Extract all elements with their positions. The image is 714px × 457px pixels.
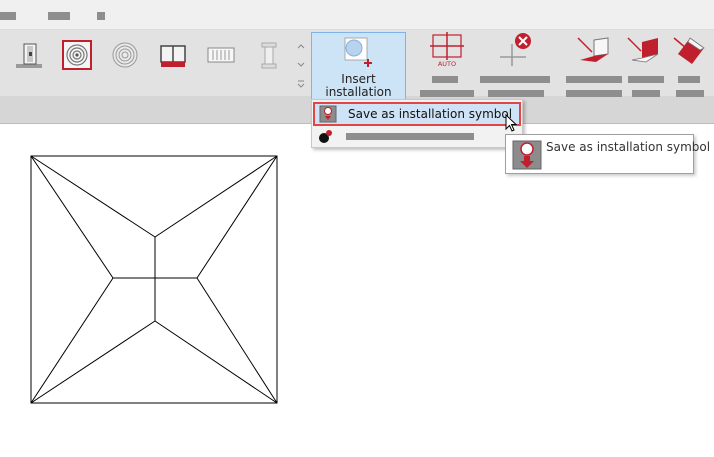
installation-symbol-icon <box>342 37 376 69</box>
tooltip: Save as installation symbol <box>505 134 710 174</box>
menu-item-save-label: Save as installation symbol <box>348 107 513 121</box>
spiral-stair-icon[interactable] <box>62 40 92 70</box>
tab-placeholder[interactable] <box>97 12 105 20</box>
installation-symbol-drawing[interactable] <box>30 155 278 404</box>
tool-label-placeholder <box>632 90 660 97</box>
tool-label-placeholder <box>566 90 622 97</box>
sloped-symbol-icon[interactable] <box>672 34 708 68</box>
tool-label-placeholder <box>676 90 704 97</box>
column-icon[interactable] <box>254 40 284 70</box>
tab-placeholder[interactable] <box>0 12 16 20</box>
insert-installation-symbol-button[interactable]: Insert installation symbol▾ <box>311 32 406 112</box>
tool-label-placeholder <box>488 90 544 97</box>
gallery-scroll-up-icon[interactable] <box>296 36 306 49</box>
gallery-expand-icon[interactable] <box>296 74 306 88</box>
tool-label-placeholder <box>628 76 664 83</box>
record-symbol-icon <box>317 129 333 145</box>
gallery-scroll-down-icon[interactable] <box>296 55 306 67</box>
tool-label-placeholder <box>480 76 550 83</box>
save-symbol-icon <box>319 105 337 123</box>
menu-item-other[interactable] <box>313 128 521 146</box>
auto-label: AUTO <box>438 60 456 68</box>
tool-label-placeholder <box>566 76 622 83</box>
drawing-canvas[interactable] <box>0 125 714 453</box>
tooltip-text: Save as installation symbol <box>546 140 711 154</box>
tool-label-placeholder <box>432 76 458 83</box>
insert-label-line1: Insert installation <box>325 72 392 99</box>
door-icon[interactable] <box>14 40 44 70</box>
spiral-icon[interactable] <box>110 40 140 70</box>
ceiling-symbol-icon[interactable] <box>626 34 662 68</box>
wall-symbol-icon[interactable] <box>576 34 612 68</box>
tool-label-placeholder <box>678 76 700 83</box>
insert-symbol-dropdown: Save as installation symbol <box>311 99 523 148</box>
menu-item-label-placeholder <box>346 133 474 140</box>
mouse-cursor-icon <box>505 113 519 134</box>
radiator-icon[interactable] <box>206 40 236 70</box>
auto-grid-icon[interactable]: AUTO <box>430 32 466 68</box>
remove-cross-icon[interactable] <box>496 32 536 70</box>
tab-placeholder[interactable] <box>48 12 70 20</box>
tool-label-placeholder <box>420 90 474 97</box>
tab-bar <box>0 0 714 30</box>
save-symbol-large-icon <box>511 139 543 171</box>
menu-item-save-as-installation-symbol[interactable]: Save as installation symbol <box>313 102 521 126</box>
window-icon[interactable] <box>158 40 188 70</box>
